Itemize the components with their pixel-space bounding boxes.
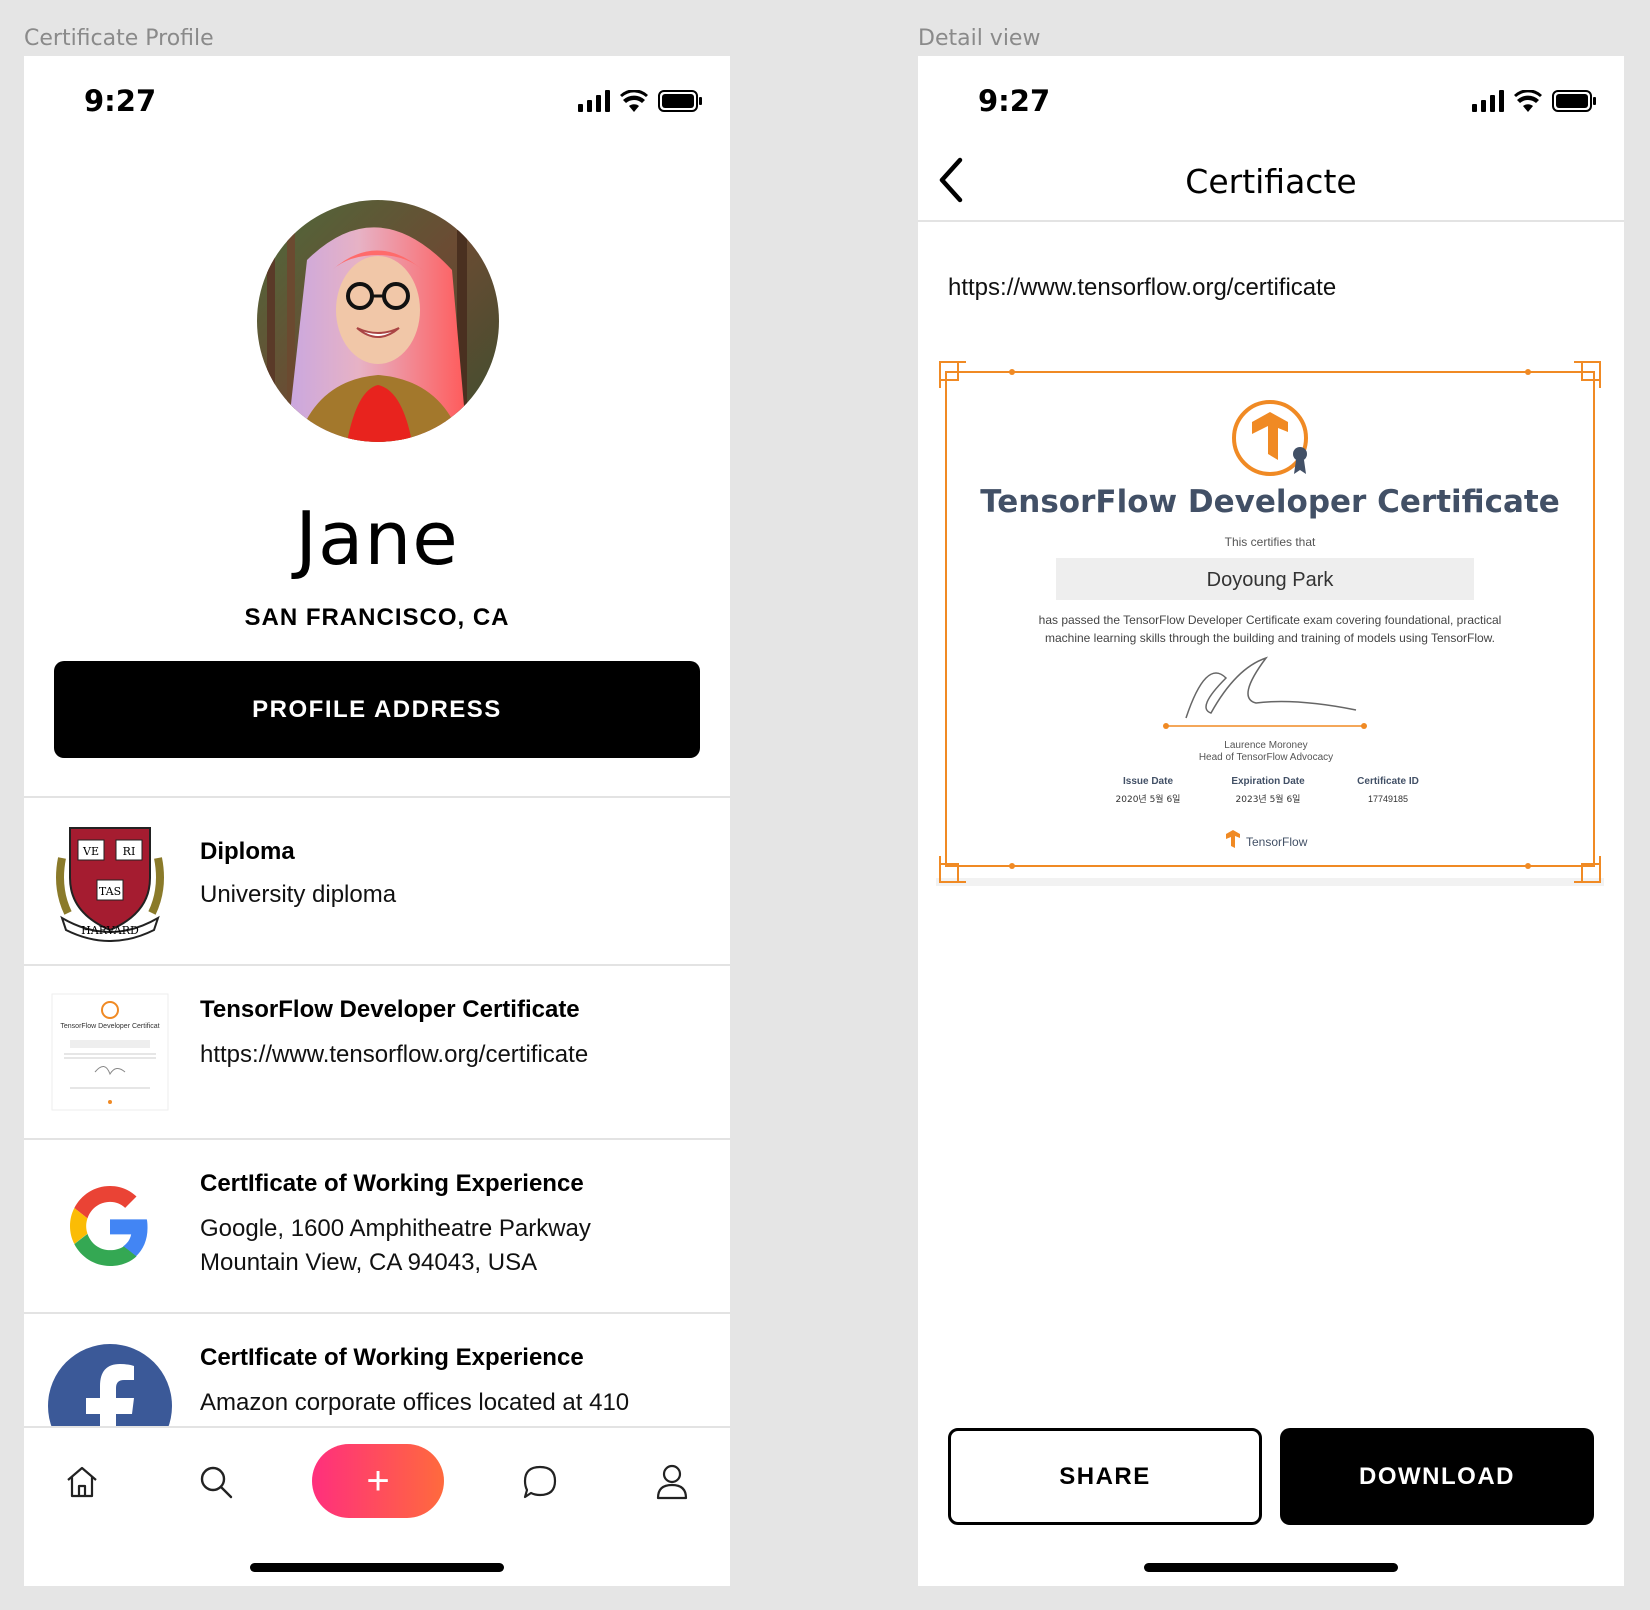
certificate-certifies-text: This certifies that — [1225, 535, 1316, 549]
nav-bar: Certifiacte — [918, 142, 1624, 222]
share-button[interactable]: SHARE — [948, 1428, 1262, 1525]
certificate-image: TensorFlow Developer Certificate This ce… — [936, 358, 1604, 886]
certificate-description-line: Google, 1600 Amphitheatre Parkway — [200, 1215, 591, 1242]
home-indicator — [1144, 1563, 1398, 1572]
signal-icon — [578, 90, 610, 112]
harvard-crest-icon: VE RI TAS HARVARD — [48, 818, 172, 942]
signer-title: Head of TensorFlow Advocacy — [1199, 752, 1333, 763]
expiration-date-label: Expiration Date — [1231, 776, 1305, 787]
certificate-heading: TensorFlow Developer Certificate — [980, 484, 1560, 520]
status-time: 9:27 — [84, 84, 157, 118]
add-button[interactable]: + — [312, 1444, 444, 1518]
add-icon: + — [366, 1458, 390, 1503]
issue-date-value: 2020년 5월 6일 — [1116, 793, 1181, 805]
profile-location: SAN FRANCISCO, CA — [244, 604, 510, 631]
frame-label-certificate-profile: Certificate Profile — [24, 26, 214, 51]
chat-icon[interactable] — [520, 1462, 560, 1502]
certificate-body-line1: has passed the TensorFlow Developer Cert… — [1039, 613, 1502, 627]
certificate-url[interactable]: https://www.tensorflow.org/certificate — [948, 274, 1336, 302]
search-icon[interactable] — [196, 1462, 236, 1502]
certificate-recipient: Doyoung Park — [1207, 569, 1335, 591]
certificate-list: VE RI TAS HARVARD Diploma University dip… — [24, 796, 730, 1486]
signer-name: Laurence Moroney — [1224, 740, 1307, 751]
certificate-description-line: Mountain View, CA 94043, USA — [200, 1249, 538, 1276]
certificate-title: Diploma — [200, 838, 295, 865]
certificate-item-google[interactable]: CertIficate of Working Experience Google… — [24, 1138, 730, 1312]
action-buttons: SHARE DOWNLOAD — [948, 1428, 1598, 1525]
certificate-body-line2: machine learning skills through the buil… — [1045, 631, 1495, 645]
certificate-item-tensorflow[interactable]: TensorFlow Developer Certificat TensorFl… — [24, 964, 730, 1138]
battery-icon — [658, 90, 702, 112]
certificate-title: CertIficate of Working Experience — [200, 1344, 584, 1371]
status-bar: 9:27 — [24, 84, 730, 128]
tab-bar: + — [24, 1426, 730, 1586]
thumbnail-title: TensorFlow Developer Certificat — [60, 1023, 159, 1030]
wifi-icon — [620, 90, 648, 112]
crest-word-harvard: HARVARD — [81, 924, 139, 937]
certificate-title: TensorFlow Developer Certificate — [200, 996, 580, 1023]
frame-label-detail-view: Detail view — [918, 26, 1041, 51]
page-title: Certifiacte — [1185, 162, 1357, 201]
crest-word-ve: VE — [82, 845, 99, 858]
issue-date-label: Issue Date — [1123, 776, 1173, 787]
home-icon[interactable] — [62, 1462, 102, 1502]
google-icon — [48, 1164, 172, 1288]
avatar[interactable] — [257, 200, 499, 442]
crest-word-tas: TAS — [99, 885, 121, 898]
certificate-description: https://www.tensorflow.org/certificate — [200, 1041, 589, 1068]
home-indicator — [250, 1563, 504, 1572]
battery-icon — [1552, 90, 1596, 112]
certificate-description: Google, 1600 Amphitheatre Parkway Mounta… — [200, 1212, 700, 1280]
status-time: 9:27 — [978, 84, 1051, 118]
certificate-id-label: Certificate ID — [1357, 776, 1419, 787]
expiration-date-value: 2023년 5월 6일 — [1236, 793, 1301, 805]
certificate-description: Amazon corporate offices located at 410 — [200, 1389, 630, 1416]
profile-name: Jane — [295, 496, 459, 582]
status-bar: 9:27 — [918, 84, 1624, 128]
certificate-description: University diploma — [200, 881, 397, 908]
certificate-item-diploma[interactable]: VE RI TAS HARVARD Diploma University dip… — [24, 796, 730, 964]
certificate-id-value: 17749185 — [1368, 794, 1408, 804]
tensorflow-brand: TensorFlow — [1246, 835, 1308, 849]
signal-icon — [1472, 90, 1504, 112]
crest-word-ri: RI — [123, 845, 136, 858]
detail-screen: 9:27 Certifiacte https://www.tensorflow.… — [918, 56, 1624, 1586]
certificate-thumbnail: TensorFlow Developer Certificat — [48, 990, 172, 1114]
certificate-title: CertIficate of Working Experience — [200, 1170, 584, 1197]
profile-screen: 9:27 Jane SAN FRANCISCO, CA PROFILE ADDR… — [24, 56, 730, 1586]
profile-address-button[interactable]: PROFILE ADDRESS — [54, 661, 700, 758]
download-button[interactable]: DOWNLOAD — [1280, 1428, 1594, 1525]
wifi-icon — [1514, 90, 1542, 112]
profile-icon[interactable] — [652, 1462, 692, 1502]
